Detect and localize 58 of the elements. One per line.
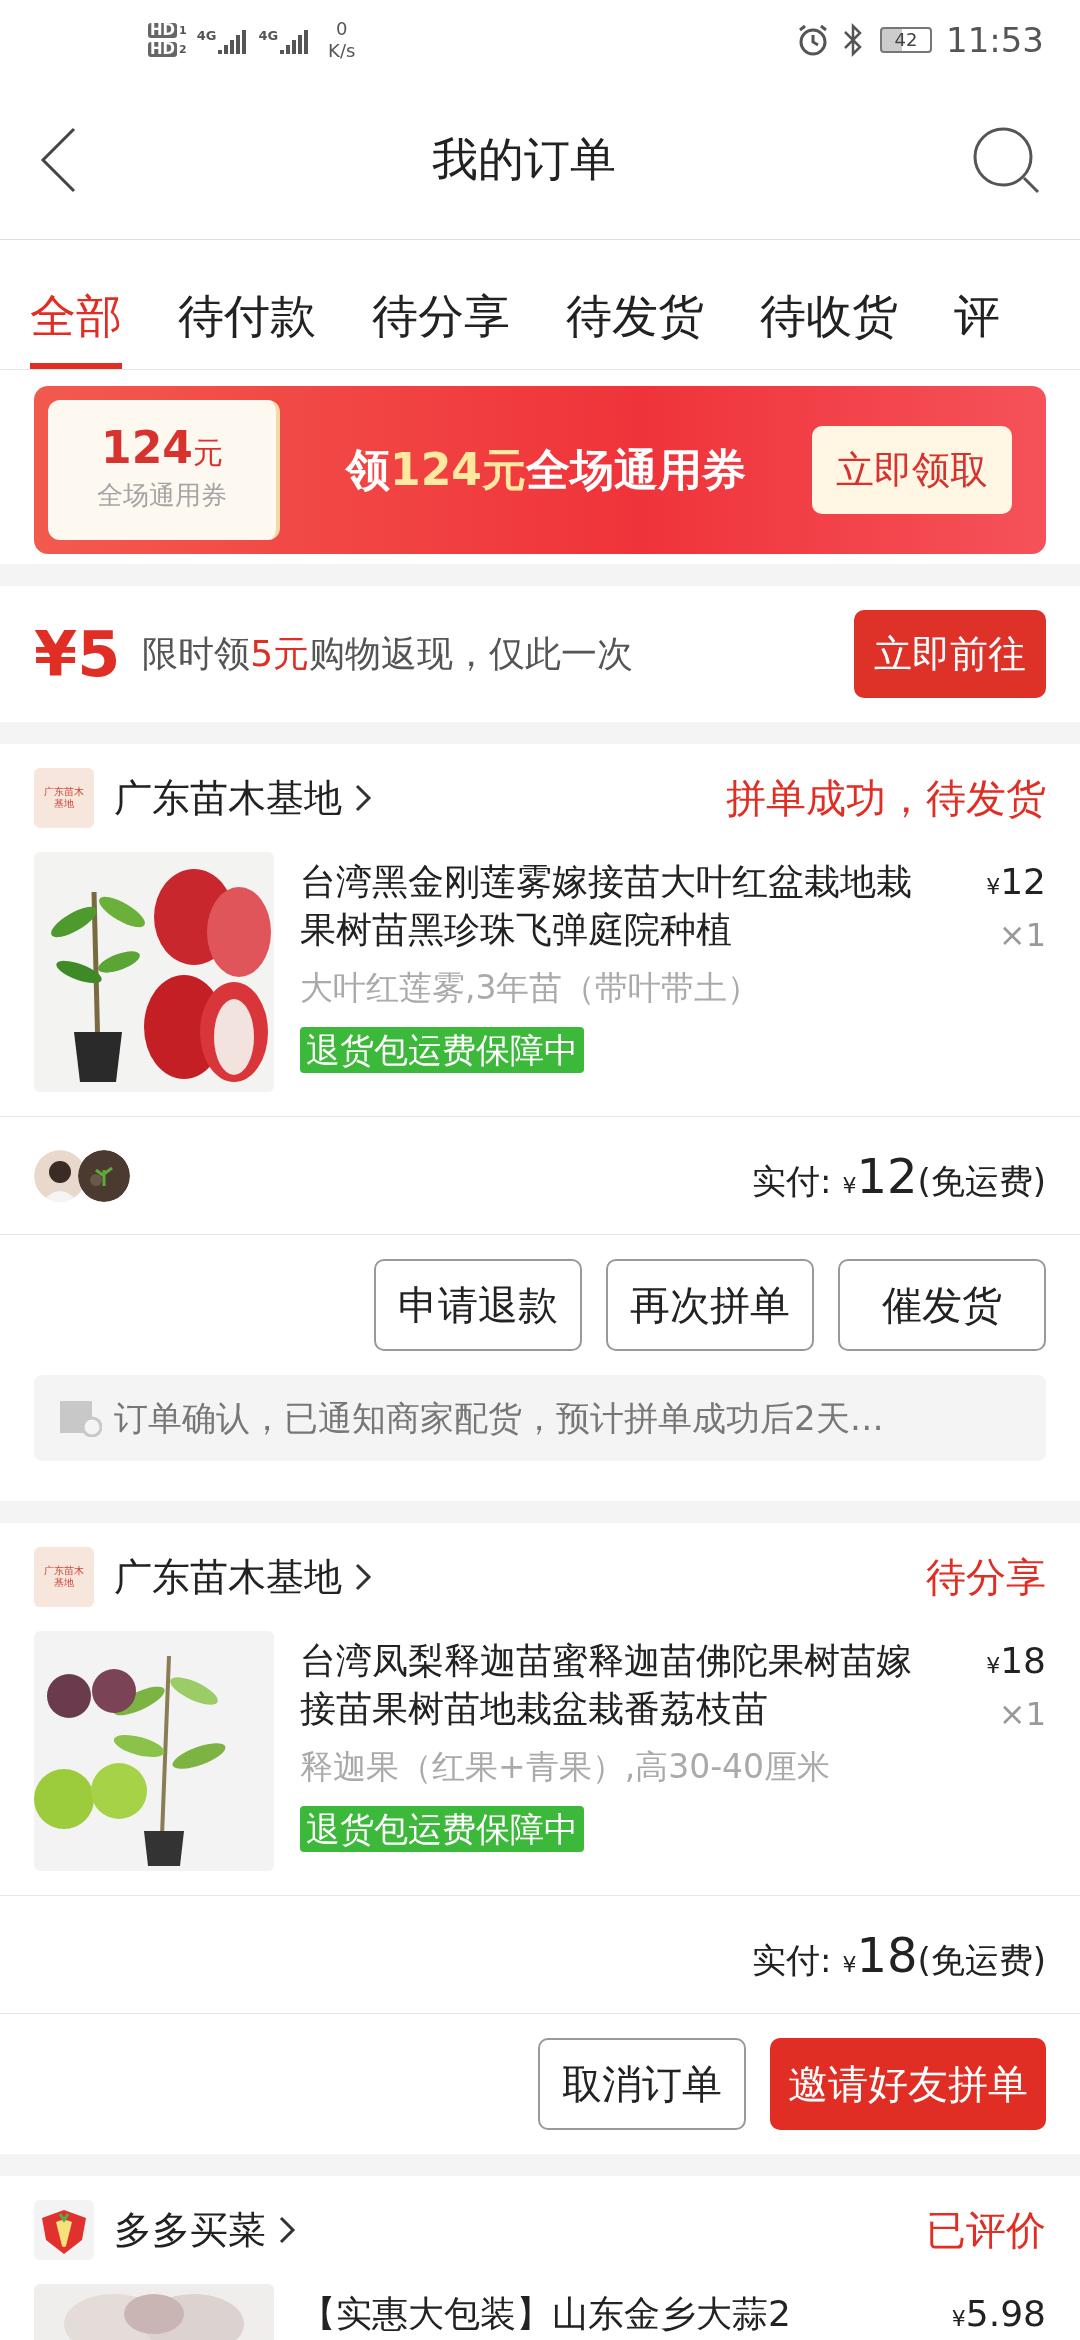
chevron-right-icon: [278, 2215, 296, 2245]
network-type: 4G: [196, 27, 217, 45]
order-tab[interactable]: 待收货: [760, 269, 898, 369]
back-icon[interactable]: [40, 126, 76, 193]
product-spec: 释迦果（红果+青果）,高30-40厘米: [300, 1746, 832, 1788]
chevron-right-icon: [354, 1562, 372, 1592]
product-price: ¥12: [986, 860, 1046, 904]
coupon-caption: 全场通用券: [97, 478, 227, 512]
payment-total: 实付: ¥18(免运费): [752, 1925, 1046, 1985]
shop-logo: 广东苗木基地: [34, 1547, 94, 1607]
order-action-button[interactable]: 催发货: [838, 1259, 1046, 1351]
order-tab[interactable]: 待分享: [372, 269, 510, 369]
guarantee-badge: 退货包运费保障中: [300, 1026, 584, 1073]
order-status: 拼单成功，待发货: [726, 774, 1046, 823]
coupon-headline: 领124元全场通用券: [346, 444, 746, 495]
order-tab[interactable]: 评: [954, 269, 1000, 369]
battery-indicator: 42: [880, 27, 932, 53]
chevron-right-icon: [354, 783, 372, 813]
network-type: 4G: [258, 27, 279, 45]
product-title[interactable]: 【实惠大包装】山东金乡大蒜2: [300, 2284, 946, 2340]
product-price: ¥18: [986, 1639, 1046, 1683]
order-action-button[interactable]: 申请退款: [374, 1259, 582, 1351]
product-price: ¥5.98: [951, 2292, 1046, 2336]
guarantee-badge: 退货包运费保障中: [300, 1805, 584, 1852]
shop-logo: 广东苗木基地: [34, 768, 94, 828]
avatar: [78, 1149, 130, 1202]
payment-total: 实付: ¥12(免运费): [752, 1146, 1046, 1206]
product-quantity: ×1: [998, 915, 1046, 956]
product-quantity: ×1: [998, 1694, 1046, 1735]
order-status: 已评价: [926, 2206, 1046, 2255]
order-tab[interactable]: 待发货: [566, 269, 704, 369]
notice-text: 订单确认，已通知商家配货，预计拼单成功后2天…: [114, 1396, 884, 1440]
order-action-button[interactable]: 取消订单: [538, 2038, 746, 2130]
go-button[interactable]: 立即前往: [854, 610, 1046, 698]
shop-name[interactable]: 广东苗木基地: [114, 769, 342, 827]
order-action-button[interactable]: 邀请好友拼单: [770, 2038, 1046, 2130]
claim-button[interactable]: 立即领取: [812, 426, 1012, 514]
carrot-logo-icon: [34, 2200, 94, 2260]
page-title: 我的订单: [432, 131, 616, 188]
order-status: 待分享: [926, 1553, 1046, 1602]
product-title[interactable]: 台湾黑金刚莲雾嫁接苗大叶红盆栽地栽果树苗黑珍珠飞弹庭院种植: [300, 852, 946, 959]
coupon-banner[interactable]: 124元 全场通用券 领124元全场通用券 立即领取: [34, 386, 1046, 554]
calendar-clock-icon: [58, 1399, 102, 1437]
speed-unit: K/s: [328, 40, 356, 62]
order-action-button[interactable]: 再次拼单: [606, 1259, 814, 1351]
alarm-icon: [796, 23, 830, 57]
status-time: 11:53: [946, 18, 1044, 62]
cashback-text: 限时领5元购物返现，仅此一次: [142, 633, 634, 674]
order-tab[interactable]: 待付款: [178, 269, 316, 369]
speed-value: 0: [336, 18, 348, 40]
search-icon[interactable]: [972, 125, 1040, 194]
product-title[interactable]: 台湾凤梨释迦苗蜜释迦苗佛陀果树苗嫁接苗果树苗地栽盆栽番荔枝苗: [300, 1631, 946, 1738]
cashback-amount: ¥5: [34, 616, 121, 693]
bluetooth-icon: [842, 23, 864, 57]
shop-name[interactable]: 广东苗木基地: [114, 1548, 342, 1606]
product-spec: 大叶红莲雾,3年苗（带叶带土）: [300, 967, 762, 1009]
shop-name[interactable]: 多多买菜: [114, 2201, 266, 2259]
coupon-amount: 124元: [101, 425, 223, 470]
